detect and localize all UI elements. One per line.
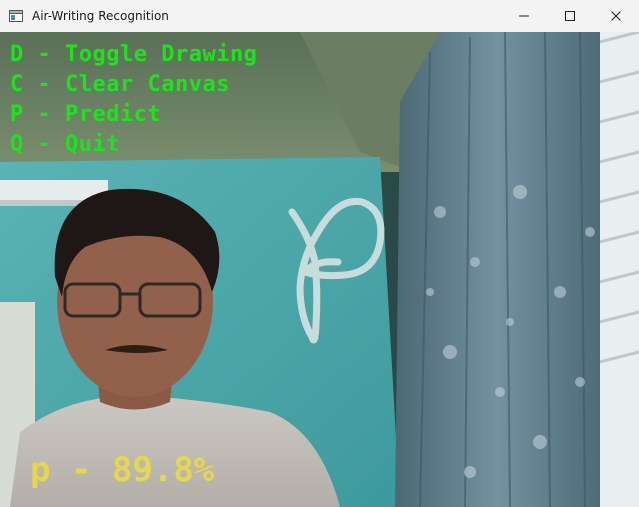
shortcut-key: P bbox=[10, 102, 24, 127]
app-window-icon bbox=[9, 10, 23, 22]
app-window: Air-Writing Recognition D - Toggle Drawi… bbox=[0, 0, 639, 507]
close-button[interactable] bbox=[593, 0, 639, 32]
prediction-confidence: 89.8% bbox=[111, 450, 215, 490]
maximize-button[interactable] bbox=[547, 0, 593, 32]
shortcut-separator: - bbox=[23, 102, 65, 127]
shortcut-label: Toggle Drawing bbox=[65, 42, 258, 67]
window-title: Air-Writing Recognition bbox=[32, 9, 169, 23]
minimize-icon bbox=[519, 15, 529, 17]
shortcut-separator: - bbox=[23, 42, 65, 67]
title-bar[interactable]: Air-Writing Recognition bbox=[0, 0, 639, 32]
maximize-icon bbox=[565, 11, 575, 21]
prediction-result: p - 89.8% bbox=[30, 450, 214, 490]
shortcut-separator: - bbox=[23, 72, 65, 97]
shortcut-separator: - bbox=[23, 132, 65, 157]
shortcut-label: Quit bbox=[65, 132, 120, 157]
shortcut-label: Predict bbox=[65, 102, 162, 127]
instruction-predict: P - Predict bbox=[10, 100, 257, 130]
shortcut-key: D bbox=[10, 42, 24, 67]
instruction-toggle-drawing: D - Toggle Drawing bbox=[10, 40, 257, 70]
instruction-clear-canvas: C - Clear Canvas bbox=[10, 70, 257, 100]
window-controls bbox=[501, 0, 639, 32]
shortcut-key: Q bbox=[10, 132, 24, 157]
shortcut-key: C bbox=[10, 72, 24, 97]
shortcut-instructions: D - Toggle Drawing C - Clear Canvas P - … bbox=[10, 40, 257, 160]
prediction-separator: - bbox=[50, 450, 112, 490]
camera-feed[interactable]: D - Toggle Drawing C - Clear Canvas P - … bbox=[0, 32, 639, 507]
minimize-button[interactable] bbox=[501, 0, 547, 32]
instruction-quit: Q - Quit bbox=[10, 130, 257, 160]
close-icon bbox=[611, 11, 621, 21]
predicted-letter: p bbox=[30, 450, 51, 490]
shortcut-label: Clear Canvas bbox=[65, 72, 230, 97]
